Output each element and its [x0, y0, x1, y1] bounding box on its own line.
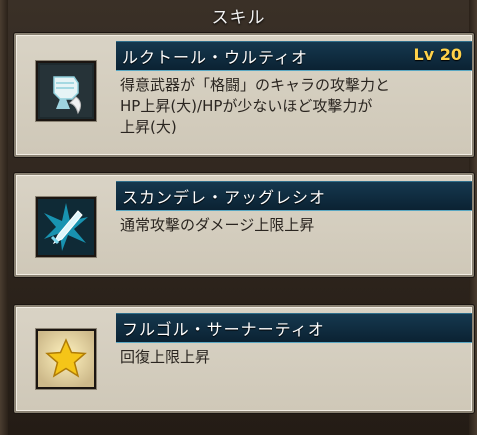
skill-card-3[interactable]: フルゴル・サーナーティオ 回復上限上昇 — [14, 305, 474, 413]
skill-description-1: 得意武器が「格闘」のキャラの攻撃力と HP上昇(大)/HPが少ないほど攻撃力が … — [120, 76, 391, 136]
skill-description-2: 通常攻撃のダメージ上限上昇 — [120, 216, 315, 234]
skill-card-1[interactable]: ルクトール・ウルティオ Lv 20 得意武器が「格闘」のキャラの攻撃力と HP上… — [14, 33, 474, 157]
skill-description-3: 回復上限上昇 — [120, 348, 211, 366]
panel-header: スキル — [0, 0, 477, 30]
skill-name-bar-2: スカンデレ・アッグレシオ — [116, 181, 472, 211]
skill-card-2[interactable]: スカンデレ・アッグレシオ 通常攻撃のダメージ上限上昇 — [14, 173, 474, 277]
blade-burst-icon — [36, 197, 96, 257]
fist-claw-icon — [36, 61, 96, 121]
skill-name-bar-3: フルゴル・サーナーティオ — [116, 313, 472, 343]
skill-level-1: Lv 20 — [413, 45, 462, 64]
frame-border-left — [0, 0, 8, 435]
skill-name-1: ルクトール・ウルティオ — [122, 48, 309, 67]
skill-name-2: スカンデレ・アッグレシオ — [122, 188, 327, 207]
skill-name-bar-1: ルクトール・ウルティオ Lv 20 — [116, 41, 472, 71]
skill-panel: スキル ルクトール・ウルティオ Lv 20 得意武器が「格闘」のキャラの攻撃力と… — [0, 0, 477, 435]
star-icon — [36, 329, 96, 389]
panel-title: スキル — [211, 7, 266, 28]
skill-name-3: フルゴル・サーナーティオ — [122, 320, 325, 339]
